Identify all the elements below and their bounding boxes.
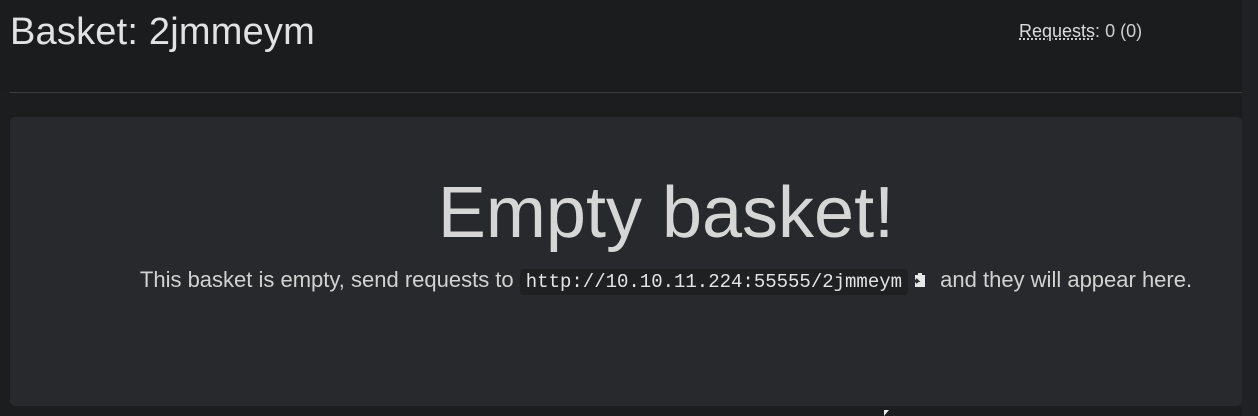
empty-basket-message: This basket is empty, send requests to h…: [106, 263, 1226, 299]
header: Basket: 2jmmeym Requests: 0 (0): [0, 0, 1258, 92]
page: Basket: 2jmmeym Requests: 0 (0) Empty ba…: [0, 0, 1258, 416]
basket-url[interactable]: http://10.10.11.224:55555/2jmmeym: [519, 269, 909, 295]
requests-value: 0 (0): [1100, 21, 1143, 41]
requests-label[interactable]: Requests: [1019, 21, 1095, 41]
message-prefix: This basket is empty, send requests to: [139, 267, 520, 292]
mouse-cursor: [884, 410, 889, 416]
clipboard-copy-icon[interactable]: [910, 266, 930, 287]
empty-basket-title: Empty basket!: [437, 173, 895, 253]
header-divider: [10, 92, 1258, 93]
requests-count: Requests: 0 (0): [1019, 20, 1142, 42]
message-suffix: and they will appear here.: [934, 267, 1193, 292]
page-title: Basket: 2jmmeym: [10, 11, 315, 53]
empty-basket-panel: Empty basket! This basket is empty, send…: [10, 117, 1242, 406]
